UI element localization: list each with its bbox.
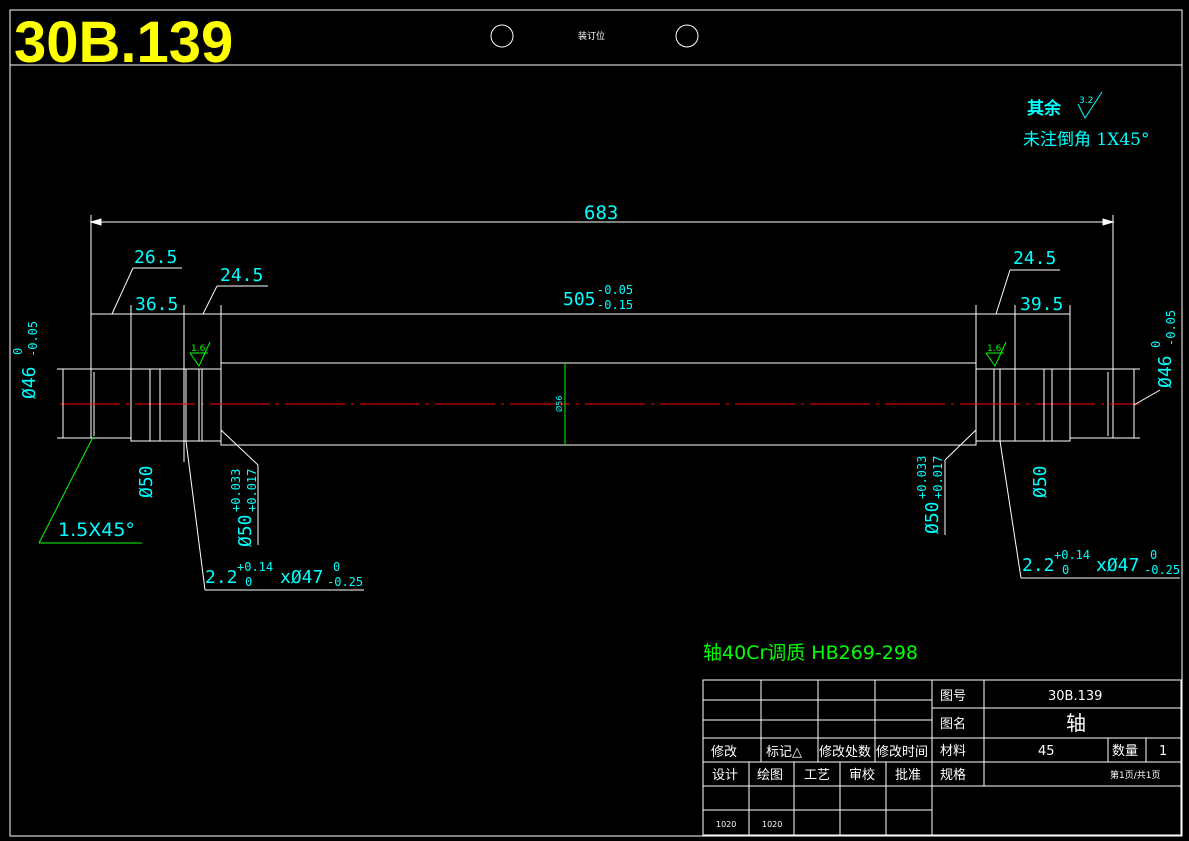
groove-right-dia-upper: 0 xyxy=(1150,548,1157,562)
dim-left-fit-upper: +0.033 xyxy=(229,469,243,512)
dim-right-end-dia: Ø46 xyxy=(1155,355,1176,388)
dim-right-fit-lower: +0.017 xyxy=(931,456,945,499)
chamfer-note: 未注倒角 1X45° xyxy=(1023,130,1149,150)
spec-label: 规格 xyxy=(940,767,966,783)
dim-left-fit-lower: +0.017 xyxy=(245,469,259,512)
dim-right-fit-dia: Ø50 xyxy=(922,501,943,534)
dim-left-end-dia-upper: 0 xyxy=(11,348,25,355)
sign-value-draw: 1020 xyxy=(762,820,782,829)
rev-label-modify: 修改 xyxy=(711,745,737,760)
name-label: 图名 xyxy=(940,716,966,732)
drawing-no-label: 图号 xyxy=(940,689,966,704)
dim-right-step-length: 39.5 xyxy=(1020,294,1063,315)
qty-label: 数量 xyxy=(1112,744,1138,759)
dim-overall-label: 683 xyxy=(584,202,618,224)
dim-right-fit-upper: +0.033 xyxy=(915,456,929,499)
dim-right-end-dia-lower: -0.05 xyxy=(1164,310,1178,346)
groove-left: 2.2 xyxy=(205,567,238,588)
binding-hole-right xyxy=(675,24,699,48)
dim-left-groove-length: 24.5 xyxy=(220,265,263,286)
groove-left-dia-lower: -0.25 xyxy=(327,575,363,589)
chamfer-callout: 1.5X45° xyxy=(58,519,135,541)
drawing-no-value: 30B.139 xyxy=(1048,689,1102,704)
dim-middle-tol-upper: -0.05 xyxy=(597,283,633,297)
binding-hole-left xyxy=(490,24,514,48)
dim-right-end-dia-lines xyxy=(1043,368,1161,441)
roughness-right: 1.6 xyxy=(987,344,1002,354)
rev-label-time: 修改时间 xyxy=(876,745,928,760)
sign-label-check: 审校 xyxy=(849,767,875,783)
dim-left-end-length: 26.5 xyxy=(134,247,177,268)
sign-label-process: 工艺 xyxy=(804,768,830,783)
dim-center-dia: Ø56 xyxy=(554,396,564,412)
groove-left-dia-upper: 0 xyxy=(333,560,340,574)
dim-middle-tol-lower: -0.15 xyxy=(597,298,633,312)
page-indicator: 第1页/共1页 xyxy=(1110,769,1161,781)
binding-label: 装订位 xyxy=(578,30,605,42)
groove-right-lower: 0 xyxy=(1062,563,1069,577)
groove-right: 2.2 xyxy=(1022,555,1055,576)
dim-left-step-dia: Ø50 xyxy=(136,465,157,498)
dim-left-step-length: 36.5 xyxy=(135,294,178,315)
dim-left-end-dia-lines xyxy=(57,368,203,441)
qty-value: 1 xyxy=(1159,744,1167,759)
dim-left-fit-dia: Ø50 xyxy=(235,514,256,547)
dim-right-step-dia: Ø50 xyxy=(1030,465,1051,498)
material-value: 45 xyxy=(1038,744,1055,759)
dim-fit-leaders xyxy=(183,429,977,545)
groove-left-lower: 0 xyxy=(245,575,252,589)
sign-label-approve: 批准 xyxy=(895,768,921,783)
groove-left-mid: xØ47 xyxy=(280,567,323,588)
drawing-canvas: 30B.139 装订位 其余 3.2 未注倒角 1X45° 683 26.5 3… xyxy=(9,9,1183,837)
dim-right-end-dia-upper: 0 xyxy=(1149,341,1163,348)
dim-right-groove-length: 24.5 xyxy=(1013,248,1056,269)
material-note: 轴40Cr调质 HB269-298 xyxy=(703,642,918,664)
sign-label-draw: 绘图 xyxy=(757,768,783,783)
rev-label-mark: 标记△ xyxy=(766,745,802,760)
rev-label-count: 修改处数 xyxy=(819,745,871,760)
dim-left-end-dia: Ø46 xyxy=(19,366,40,399)
groove-right-upper: +0.14 xyxy=(1054,548,1090,562)
sign-value-design: 1020 xyxy=(716,820,736,829)
sign-label-design: 设计 xyxy=(712,768,738,783)
roughness-left: 1.6 xyxy=(191,344,206,354)
roughness-rest-label: 其余 xyxy=(1027,98,1062,119)
groove-right-mid: xØ47 xyxy=(1096,555,1139,576)
groove-right-dia-lower: -0.25 xyxy=(1144,563,1180,577)
roughness-rest-value: 3.2 xyxy=(1079,96,1093,106)
dim-middle-length: 505 xyxy=(563,289,596,310)
material-label: 材料 xyxy=(940,744,966,759)
name-value: 轴 xyxy=(1066,711,1086,735)
dim-left-end-dia-lower: -0.05 xyxy=(26,321,40,357)
drawing-number-header: 30B.139 xyxy=(14,10,233,75)
groove-left-upper: +0.14 xyxy=(237,560,273,574)
